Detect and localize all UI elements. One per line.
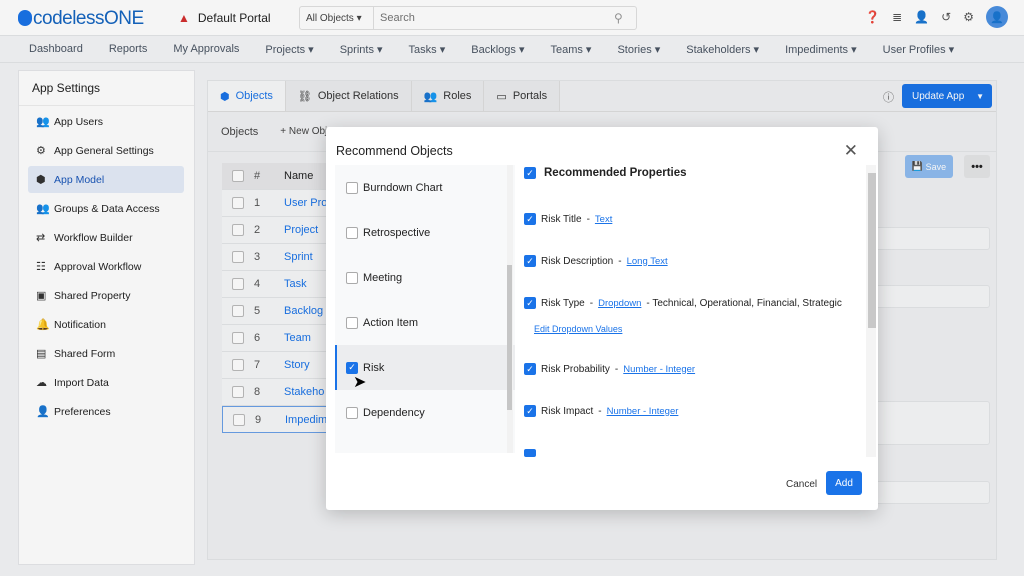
separator: -	[598, 405, 602, 417]
separator: -	[586, 213, 590, 225]
checkbox[interactable]	[346, 271, 358, 284]
modal-title: Recommend Objects	[336, 144, 453, 158]
property-item: ✓ Risk Title - Text	[524, 213, 612, 225]
property-name: Risk Type	[541, 297, 585, 309]
separator: -	[614, 363, 619, 375]
object-list: Burndown Chart Retrospective Meeting Action…	[335, 165, 515, 453]
property-checkbox[interactable]: ✓	[524, 363, 536, 375]
property-type-link[interactable]: Long Text	[627, 256, 668, 267]
object-label: Meeting	[363, 271, 403, 284]
object-label: Dependency	[363, 406, 425, 419]
object-label: Action Item	[363, 316, 419, 329]
property-checkbox[interactable]: ✓	[524, 405, 536, 417]
property-item: ✓ Risk Type - Dropdown - Technical, Operatio…	[524, 297, 842, 309]
separator: -	[589, 297, 594, 309]
object-option[interactable]: Dependency	[335, 390, 515, 435]
separator: -	[618, 255, 622, 267]
dropdown-values: - Technical, Operational, Financial, Str…	[646, 297, 842, 309]
property-type-link[interactable]: Number - Integer	[623, 364, 695, 375]
object-option[interactable]: Burndown Chart	[335, 165, 515, 210]
property-name: Risk Description	[541, 255, 614, 267]
checkbox[interactable]	[346, 406, 358, 419]
object-option[interactable]: Retrospective	[335, 210, 515, 255]
property-type-link[interactable]: Number - Integer	[607, 406, 679, 417]
select-all-properties-checkbox[interactable]: ✓	[524, 167, 536, 179]
properties-title: Recommended Properties	[544, 167, 687, 179]
close-icon[interactable]: ✕	[844, 141, 858, 161]
object-list-scrollbar[interactable]	[507, 165, 513, 453]
property-name: Risk Impact	[541, 405, 594, 417]
property-checkbox[interactable]	[524, 449, 536, 457]
edit-dropdown-values-link[interactable]: Edit Dropdown Values	[534, 324, 622, 334]
object-label: Retrospective	[363, 226, 431, 239]
add-button[interactable]: Add	[826, 471, 862, 495]
property-item: ✓ Risk Probability - Number - Integer	[524, 363, 695, 375]
object-option[interactable]: Meeting	[335, 255, 515, 300]
properties-scrollbar[interactable]	[866, 165, 876, 457]
cancel-button[interactable]: Cancel	[786, 479, 817, 490]
property-type-link[interactable]: Text	[595, 214, 612, 225]
checkbox[interactable]	[346, 181, 358, 194]
property-checkbox[interactable]: ✓	[524, 213, 536, 225]
property-item: ✓ Risk Description - Long Text	[524, 255, 668, 267]
properties-list: ✓ Recommended Properties ✓ Risk Title - Text ✓…	[524, 167, 859, 457]
mouse-cursor-icon: ➤	[353, 374, 367, 391]
checkbox[interactable]	[346, 316, 358, 329]
recommended-properties-header: ✓ Recommended Properties	[524, 167, 687, 179]
property-name: Risk Title	[541, 213, 582, 225]
property-name: Risk Probability	[541, 363, 610, 375]
object-label: Burndown Chart	[363, 181, 443, 194]
checkbox[interactable]	[346, 226, 358, 239]
property-item: ✓ Risk Impact - Number - Integer	[524, 405, 678, 417]
property-type-link[interactable]: Dropdown	[598, 298, 641, 309]
property-checkbox[interactable]: ✓	[524, 297, 536, 309]
recommend-objects-modal: Recommend Objects ✕ Burndown Chart Retros…	[326, 127, 878, 510]
property-checkbox[interactable]: ✓	[524, 255, 536, 267]
object-option[interactable]: Action Item	[335, 300, 515, 345]
